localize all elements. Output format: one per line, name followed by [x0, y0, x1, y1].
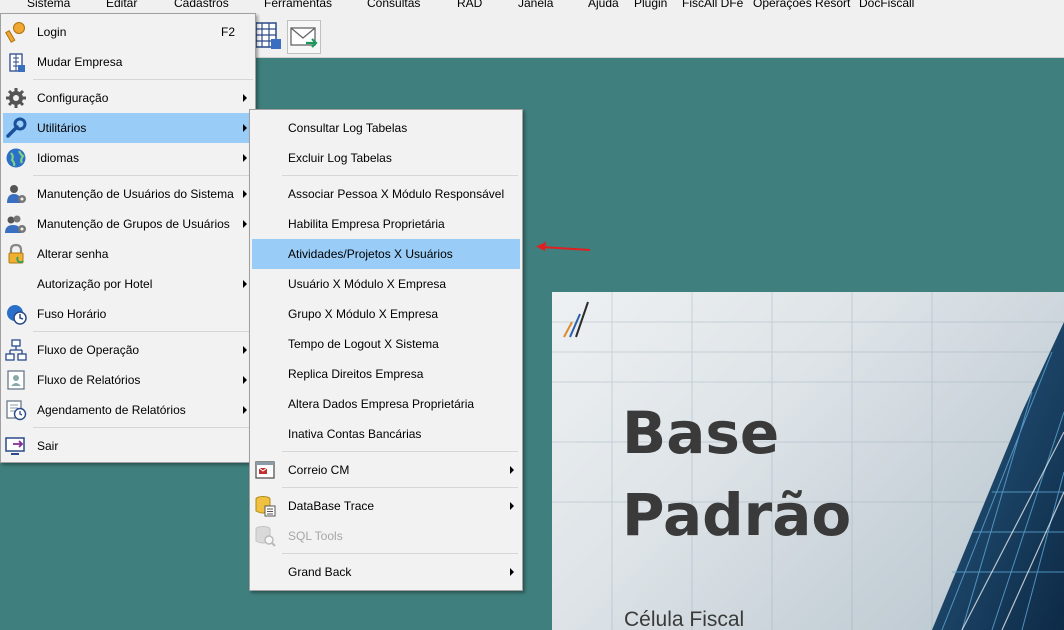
menu-item-idiomas[interactable]: Idiomas: [3, 143, 253, 173]
menu-item-database-trace[interactable]: DataBase Trace: [252, 491, 520, 521]
menu-separator: [282, 175, 518, 176]
menu-plugin[interactable]: Plugin: [634, 0, 667, 11]
submenu-arrow-icon: [243, 220, 247, 228]
menu-item-excluir-log-tabelas[interactable]: Excluir Log Tabelas: [252, 143, 520, 173]
menu-item-fuso-horario[interactable]: Fuso Horário: [3, 299, 253, 329]
menu-item-autorizacao-hotel[interactable]: Autorização por Hotel: [3, 269, 253, 299]
report-clock-icon: [6, 400, 27, 421]
menu-rad[interactable]: RAD: [457, 0, 482, 11]
gear-icon: [6, 88, 26, 108]
sistema-dropdown-menu: Login F2 Mudar Empresa Configuração Util…: [0, 13, 256, 463]
menu-bar: Sistema Editar Cadastros Ferramentas Con…: [0, 0, 1064, 12]
menu-editar[interactable]: Editar: [106, 0, 137, 11]
report-flow-icon: [7, 370, 25, 390]
menu-item-sair[interactable]: Sair: [3, 431, 253, 461]
menu-item-altera-dados-empresa[interactable]: Altera Dados Empresa Proprietária: [252, 389, 520, 419]
toolbar-grid-button[interactable]: [253, 20, 285, 52]
user-gear-icon: [7, 185, 26, 203]
menu-item-alterar-senha[interactable]: Alterar senha: [3, 239, 253, 269]
banner-title: Base Padrão: [622, 399, 852, 549]
toolbar-mail-button[interactable]: [287, 20, 321, 54]
menu-fiscall-dfe[interactable]: FiscAll DFe: [682, 0, 743, 11]
menu-item-grand-back[interactable]: Grand Back: [252, 557, 520, 587]
padlock-icon: [8, 243, 24, 264]
mail-window-icon: [255, 461, 275, 479]
menu-ajuda[interactable]: Ajuda: [588, 0, 619, 11]
users-gear-icon: [5, 215, 26, 233]
menu-item-configuracao[interactable]: Configuração: [3, 83, 253, 113]
menu-item-replica-direitos-empresa[interactable]: Replica Direitos Empresa: [252, 359, 520, 389]
menu-item-fluxo-relatorios[interactable]: Fluxo de Relatórios: [3, 365, 253, 395]
menu-sistema[interactable]: Sistema: [27, 0, 70, 11]
submenu-arrow-icon: [510, 568, 514, 576]
menu-separator: [33, 331, 253, 332]
menu-item-login[interactable]: Login F2: [3, 17, 253, 47]
annotation-arrow-icon: [536, 242, 591, 251]
menu-item-utilitarios[interactable]: Utilitários: [3, 113, 253, 143]
database-icon: [255, 496, 276, 517]
utilitarios-submenu: Consultar Log Tabelas Excluir Log Tabela…: [249, 109, 523, 591]
logo-slashes-icon: [563, 301, 589, 338]
menu-item-tempo-logout-sistema[interactable]: Tempo de Logout X Sistema: [252, 329, 520, 359]
mail-icon: [290, 27, 318, 48]
menu-operacoes-resort[interactable]: Operações Resort: [753, 0, 850, 11]
submenu-arrow-icon: [243, 376, 247, 384]
menu-item-manutencao-grupos[interactable]: Manutenção de Grupos de Usuários: [3, 209, 253, 239]
menu-item-mudar-empresa[interactable]: Mudar Empresa: [3, 47, 253, 77]
menu-separator: [282, 553, 518, 554]
menu-item-atividades-projetos-usuarios[interactable]: Atividades/Projetos X Usuários: [252, 239, 520, 269]
menu-cadastros[interactable]: Cadastros: [174, 0, 229, 11]
key-icon: [5, 22, 25, 43]
globe-icon: [6, 148, 26, 168]
submenu-arrow-icon: [510, 466, 514, 474]
submenu-arrow-icon: [243, 124, 247, 132]
menu-ferramentas[interactable]: Ferramentas: [264, 0, 332, 11]
menu-consultas[interactable]: Consultas: [367, 0, 420, 11]
menu-separator: [33, 79, 253, 80]
submenu-arrow-icon: [510, 502, 514, 510]
menu-item-consultar-log-tabelas[interactable]: Consultar Log Tabelas: [252, 113, 520, 143]
banner-subtitle: Célula Fiscal: [624, 608, 745, 630]
menu-janela[interactable]: Janela: [518, 0, 553, 11]
submenu-arrow-icon: [243, 280, 247, 288]
menu-item-grupo-modulo-empresa[interactable]: Grupo X Módulo X Empresa: [252, 299, 520, 329]
building-icon: [9, 53, 25, 72]
submenu-arrow-icon: [243, 406, 247, 414]
grid-icon: [255, 22, 281, 49]
submenu-arrow-icon: [243, 190, 247, 198]
submenu-arrow-icon: [243, 154, 247, 162]
menu-separator: [33, 427, 253, 428]
menu-item-inativa-contas-bancarias[interactable]: Inativa Contas Bancárias: [252, 419, 520, 449]
menu-item-associar-pessoa-modulo[interactable]: Associar Pessoa X Módulo Responsável: [252, 179, 520, 209]
login-shortcut: F2: [220, 25, 235, 39]
submenu-arrow-icon: [243, 94, 247, 102]
menu-separator: [282, 451, 518, 452]
menu-item-manutencao-usuarios[interactable]: Manutenção de Usuários do Sistema: [3, 179, 253, 209]
wrench-icon: [6, 117, 27, 138]
db-search-icon: [255, 526, 276, 547]
menu-separator: [282, 487, 518, 488]
menu-item-habilita-empresa-proprietaria[interactable]: Habilita Empresa Proprietária: [252, 209, 520, 239]
menu-docfiscall[interactable]: DocFiscall: [859, 0, 914, 11]
menu-item-usuario-modulo-empresa[interactable]: Usuário X Módulo X Empresa: [252, 269, 520, 299]
exit-icon: [5, 437, 25, 455]
flowchart-icon: [5, 339, 27, 361]
menu-item-agendamento-relatorios[interactable]: Agendamento de Relatórios: [3, 395, 253, 425]
menu-separator: [33, 175, 253, 176]
globe-clock-icon: [7, 305, 27, 325]
base-padrao-banner: Base Padrão Célula Fiscal: [552, 292, 1064, 630]
submenu-arrow-icon: [243, 346, 247, 354]
menu-item-sql-tools: SQL Tools: [252, 521, 520, 551]
menu-item-fluxo-operacao[interactable]: Fluxo de Operação: [3, 335, 253, 365]
menu-item-correio-cm[interactable]: Correio CM: [252, 455, 520, 485]
